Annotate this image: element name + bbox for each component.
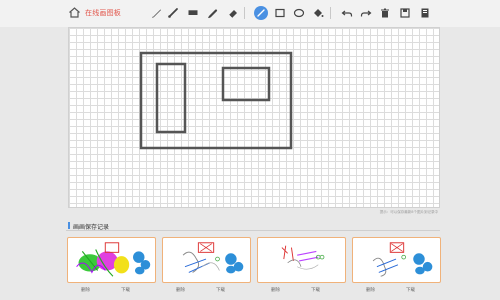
rectangle-icon (275, 8, 285, 18)
fill-tool-button[interactable] (311, 6, 325, 20)
marker-tool-button[interactable] (186, 6, 200, 20)
eraser-tool-button[interactable] (226, 6, 240, 20)
line-tool-button[interactable] (254, 6, 268, 20)
record-thumbnail[interactable] (352, 237, 441, 283)
rectangle-tool-button[interactable] (273, 6, 287, 20)
spray-icon (208, 9, 218, 19)
redo-icon (360, 10, 372, 17)
download-record-button[interactable]: 下载 (311, 287, 320, 293)
delete-record-button[interactable]: 删除 (81, 287, 90, 293)
record-thumbnail[interactable] (67, 237, 156, 283)
floppy-disk-icon (400, 8, 410, 18)
ellipse-tool-button[interactable] (292, 6, 306, 20)
undo-icon (341, 10, 353, 17)
record-thumbnail[interactable] (162, 237, 251, 283)
delete-record-button[interactable]: 删除 (176, 287, 185, 293)
board-hint-text: 提示：可以保存最新8个图片到记录中 (379, 210, 438, 214)
marker-icon (188, 10, 198, 15)
delete-record-button[interactable]: 删除 (366, 287, 375, 293)
record-actions: 删除 下载 (257, 287, 346, 295)
records-list: 删除 下载 删除 下载 删除 下载 删除 下载 (67, 237, 441, 299)
download-record-button[interactable]: 下载 (406, 287, 415, 293)
save-button[interactable] (398, 6, 412, 20)
toolbar-divider (330, 7, 331, 19)
record-thumbnail-image-4 (372, 242, 433, 277)
record-thumbnail-image-1 (76, 242, 151, 277)
drawn-tall-rectangle (155, 62, 187, 134)
record-actions: 删除 下载 (352, 287, 441, 295)
app-brand[interactable]: 在线画图板 (68, 6, 121, 19)
undo-button[interactable] (340, 6, 354, 20)
brush-tool-button[interactable] (166, 6, 180, 20)
app-title: 在线画图板 (85, 8, 121, 17)
record-actions: 删除 下载 (162, 287, 251, 295)
record-thumbnail-image-2 (182, 242, 244, 274)
trash-icon (381, 8, 389, 18)
clear-button[interactable] (378, 6, 392, 20)
records-title-accent (68, 222, 70, 229)
eraser-icon (228, 10, 237, 19)
record-actions: 删除 下载 (67, 287, 156, 295)
top-toolbar: 在线画图板 (0, 0, 500, 27)
export-button[interactable] (418, 6, 432, 20)
spray-tool-button[interactable] (206, 6, 220, 20)
pencil-icon (152, 9, 161, 18)
download-record-button[interactable]: 下载 (121, 287, 130, 293)
canvas-drawing (139, 51, 293, 150)
record-thumbnail[interactable] (257, 237, 346, 283)
toolbar-divider (244, 7, 245, 19)
redo-button[interactable] (359, 6, 373, 20)
paint-bucket-icon (314, 9, 324, 17)
line-icon (257, 9, 265, 17)
home-icon (69, 7, 80, 18)
brush-icon (168, 8, 178, 18)
record-thumbnail-image-3 (281, 245, 325, 270)
records-title: 画画保存记录 (73, 224, 110, 231)
download-record-button[interactable]: 下载 (216, 287, 225, 293)
export-icon (421, 8, 429, 18)
delete-record-button[interactable]: 删除 (271, 287, 280, 293)
drawn-small-rectangle (221, 66, 271, 102)
records-header: 画画保存记录 (66, 221, 440, 231)
drawing-canvas[interactable] (68, 27, 440, 208)
ellipse-icon (293, 8, 305, 18)
pencil-tool-button[interactable] (150, 6, 164, 20)
